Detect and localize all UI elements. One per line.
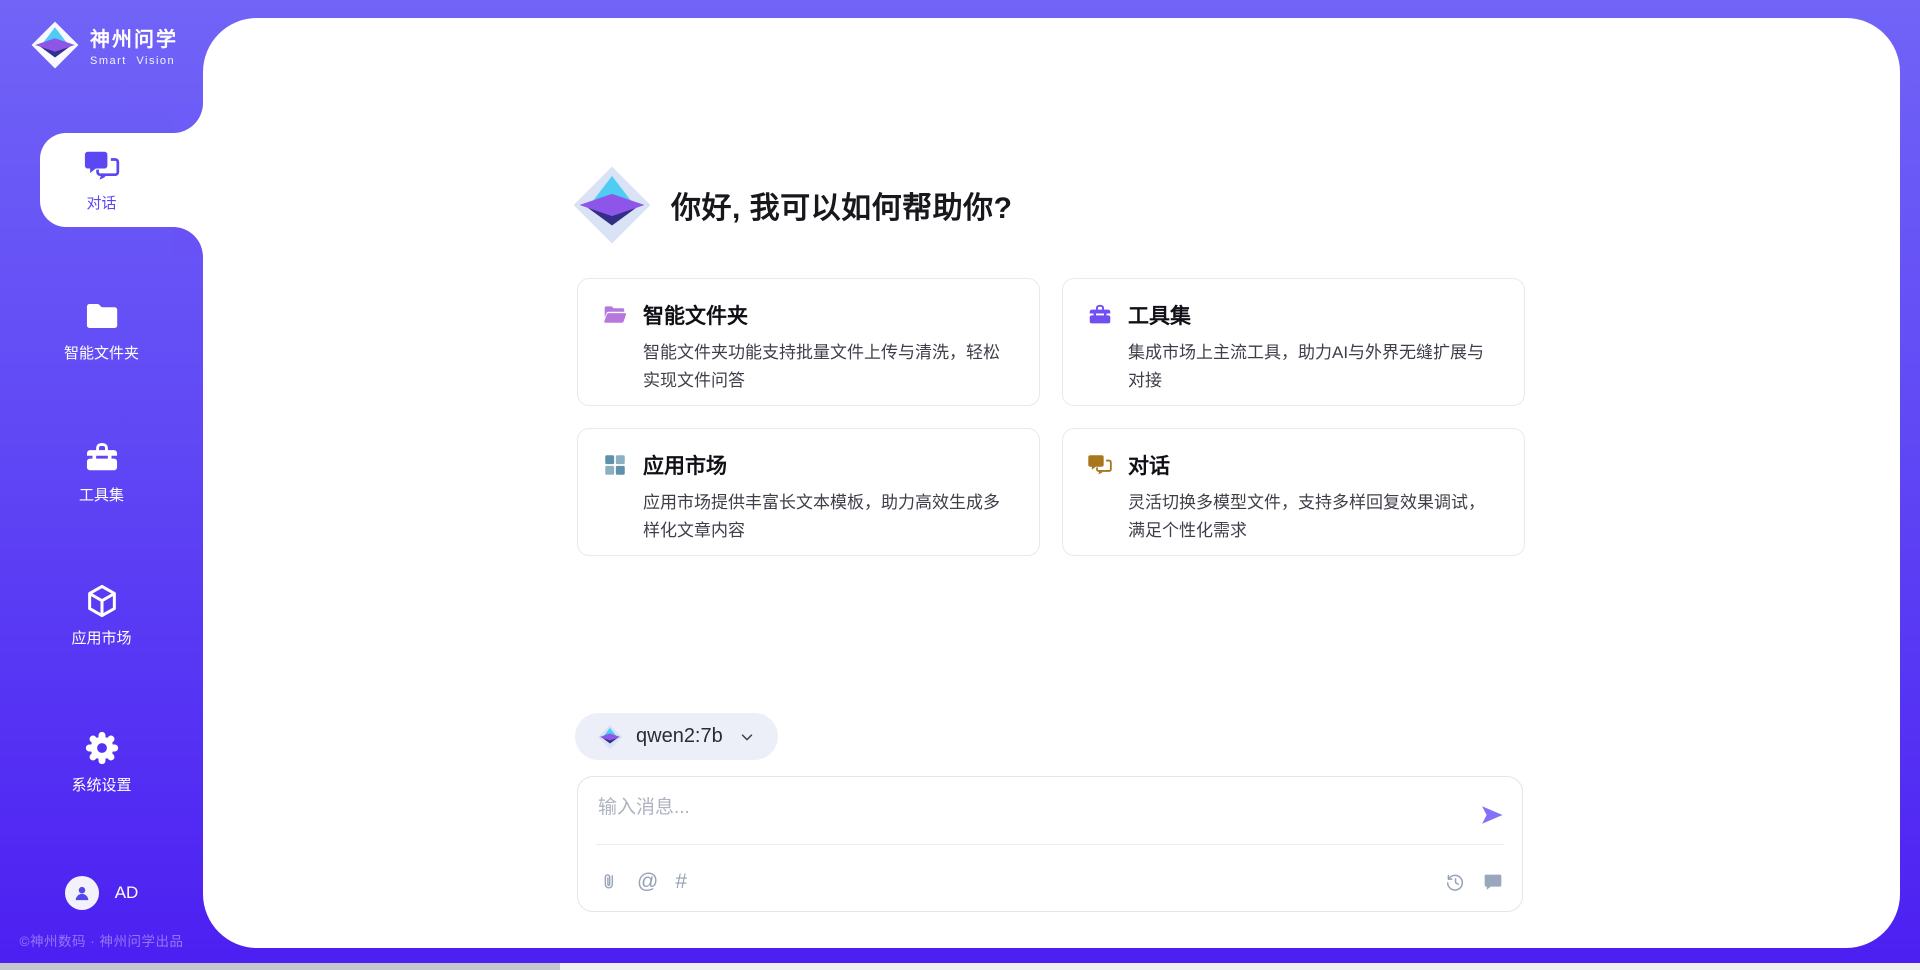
card-description: 智能文件夹功能支持批量文件上传与清洗，轻松实现文件问答 <box>643 339 1015 395</box>
chat-filled-icon[interactable] <box>1482 871 1504 893</box>
avatar <box>65 876 99 910</box>
brand-subtitle: Smart Vision <box>90 55 178 67</box>
user-account[interactable]: AD <box>0 876 203 910</box>
folder-icon <box>83 297 121 335</box>
gear-icon <box>83 729 121 767</box>
active-tab-notch-bottom <box>173 227 203 257</box>
feature-cards: 智能文件夹 智能文件夹功能支持批量文件上传与清洗，轻松实现文件问答 <box>577 278 1525 556</box>
greeting-row: 你好, 我可以如何帮助你? <box>571 164 1013 246</box>
sidebar-item-app-market[interactable]: 应用市场 <box>0 568 203 662</box>
horizontal-scrollbar[interactable] <box>0 963 1920 970</box>
message-input[interactable] <box>578 777 1458 839</box>
card-chat[interactable]: 对话 灵活切换多模型文件，支持多样回复效果调试，满足个性化需求 <box>1062 428 1525 556</box>
card-description: 灵活切换多模型文件，支持多样回复效果调试，满足个性化需求 <box>1128 489 1500 545</box>
history-icon[interactable] <box>1444 871 1466 893</box>
composer-divider <box>596 844 1504 845</box>
sidebar-item-label: 应用市场 <box>71 627 131 648</box>
composer: @ # <box>577 776 1523 912</box>
card-title: 对话 <box>1128 450 1170 480</box>
paperclip-icon[interactable] <box>598 871 620 893</box>
brand-diamond-icon <box>30 20 80 70</box>
at-icon[interactable]: @ <box>637 871 658 893</box>
card-title: 应用市场 <box>643 450 727 480</box>
toolbox-icon <box>83 439 121 477</box>
model-logo-icon <box>597 724 623 750</box>
send-button[interactable] <box>1478 801 1506 829</box>
sidebar: 神州问学 Smart Vision 对话 智能文件夹 <box>0 0 203 970</box>
card-description: 集成市场上主流工具，助力AI与外界无缝扩展与对接 <box>1128 339 1500 395</box>
page-greeting: 你好, 我可以如何帮助你? <box>671 183 1013 227</box>
card-toolset[interactable]: 工具集 集成市场上主流工具，助力AI与外界无缝扩展与对接 <box>1062 278 1525 406</box>
person-icon <box>72 883 92 903</box>
brand-name: 神州问学 <box>90 23 178 52</box>
user-name: AD <box>115 883 139 903</box>
sidebar-item-toolset[interactable]: 工具集 <box>0 425 203 519</box>
chevron-down-icon <box>738 728 756 746</box>
model-name: qwen2:7b <box>636 725 723 748</box>
sidebar-item-chat[interactable]: 对话 <box>0 133 203 227</box>
model-selector[interactable]: qwen2:7b <box>575 713 778 760</box>
sidebar-item-smart-folder[interactable]: 智能文件夹 <box>0 283 203 377</box>
card-title: 工具集 <box>1128 300 1191 330</box>
sidebar-item-label: 工具集 <box>79 484 124 505</box>
sidebar-footer: ©神州数码 · 神州问学出品 <box>0 930 203 950</box>
chat-icon <box>1087 452 1113 478</box>
hash-icon[interactable]: # <box>675 871 687 893</box>
cube-icon <box>83 582 121 620</box>
chat-icon <box>83 147 121 185</box>
card-app-market[interactable]: 应用市场 应用市场提供丰富长文本模板，助力高效生成多样化文章内容 <box>577 428 1040 556</box>
grid-icon <box>602 452 628 478</box>
brand-diamond-icon <box>571 164 653 246</box>
brand: 神州问学 Smart Vision <box>30 20 178 70</box>
app-background: { "brand": { "name": "神州问学", "subtitle":… <box>0 0 1920 970</box>
toolbox-icon <box>1087 302 1113 328</box>
card-description: 应用市场提供丰富长文本模板，助力高效生成多样化文章内容 <box>643 489 1015 545</box>
sidebar-item-settings[interactable]: 系统设置 <box>0 715 203 809</box>
main-panel: 你好, 我可以如何帮助你? 智能文件夹 智能文件夹功能支持批量文件上传与清洗，轻… <box>203 18 1900 948</box>
active-tab-notch-top <box>173 103 203 133</box>
folder-open-icon <box>602 302 628 328</box>
card-smart-folder[interactable]: 智能文件夹 智能文件夹功能支持批量文件上传与清洗，轻松实现文件问答 <box>577 278 1040 406</box>
sidebar-item-label: 智能文件夹 <box>64 342 139 363</box>
sidebar-item-label: 系统设置 <box>71 774 131 795</box>
sidebar-item-label: 对话 <box>86 192 116 213</box>
scrollbar-thumb[interactable] <box>0 963 560 970</box>
card-title: 智能文件夹 <box>643 300 748 330</box>
